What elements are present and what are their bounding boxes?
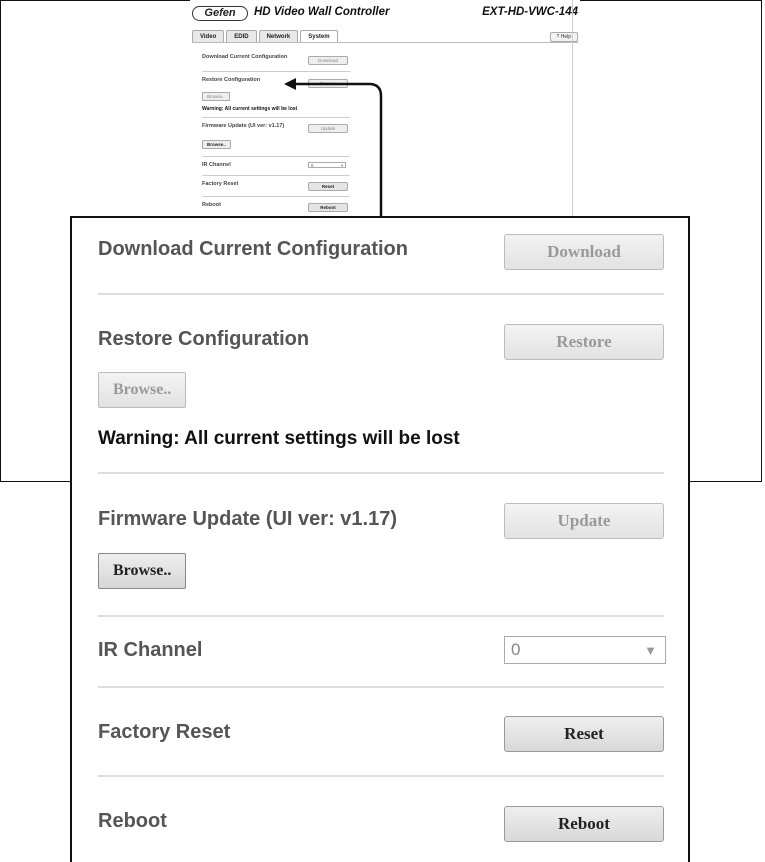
mini-factory-label: Factory Reset <box>202 181 239 187</box>
panel-border <box>572 0 573 220</box>
mini-system-panel: Download Current Configuration Download … <box>202 46 350 212</box>
tab-video[interactable]: Video <box>192 30 225 42</box>
mini-divider <box>202 117 350 118</box>
tab-divider <box>192 42 578 43</box>
mini-download-button[interactable]: Download <box>308 56 348 65</box>
header: Gefen HD Video Wall Controller EXT-HD-VW… <box>190 6 580 22</box>
model-number: EXT-HD-VWC-144 <box>482 6 578 18</box>
tab-network[interactable]: Network <box>258 30 299 42</box>
mini-divider <box>202 156 350 157</box>
small-screenshot: Gefen HD Video Wall Controller EXT-HD-VW… <box>190 0 580 230</box>
zoomed-system-panel: Download Current Configuration Download … <box>70 216 690 862</box>
tab-system[interactable]: System <box>300 30 338 42</box>
mini-download-label: Download Current Configuration <box>202 54 288 60</box>
factory-reset-label: Factory Reset <box>98 721 231 743</box>
restore-browse-button[interactable]: Browse.. <box>98 372 187 408</box>
tab-bar: Video EDID Network System <box>192 30 338 42</box>
app-title: HD Video Wall Controller <box>254 6 390 18</box>
update-button[interactable]: Update <box>504 503 664 539</box>
ir-channel-label: IR Channel <box>98 639 203 661</box>
download-button[interactable]: Download <box>504 234 664 270</box>
mini-ir-value: 0 <box>311 163 314 168</box>
reboot-button[interactable]: Reboot <box>504 806 664 842</box>
mini-reboot-button[interactable]: Reboot <box>308 203 348 212</box>
help-button[interactable]: ? Help <box>549 32 578 42</box>
mini-ir-label: IR Channel <box>202 162 231 168</box>
firmware-browse-button[interactable]: Browse.. <box>98 553 187 589</box>
chevron-down-icon: ▼ <box>644 643 657 658</box>
restore-button[interactable]: Restore <box>504 324 664 360</box>
ir-channel-select[interactable]: 0 ▼ <box>504 636 666 664</box>
mini-reset-button[interactable]: Reset <box>308 182 348 191</box>
mini-restore-browse-button[interactable]: Browse.. <box>202 92 230 101</box>
mini-reboot-label: Reboot <box>202 202 221 208</box>
mini-firmware-browse-button[interactable]: Browse.. <box>202 140 231 149</box>
section-divider <box>98 686 664 688</box>
ir-channel-value: 0 <box>511 640 521 659</box>
mini-update-button[interactable]: Update <box>308 124 348 133</box>
mini-restore-warning: Warning: All current settings will be lo… <box>202 106 298 112</box>
section-divider <box>98 472 664 474</box>
reboot-label: Reboot <box>98 810 167 832</box>
mini-divider <box>202 71 350 72</box>
mini-divider <box>202 196 350 197</box>
section-divider <box>98 615 664 617</box>
gefen-logo: Gefen <box>192 6 248 21</box>
mini-restore-button[interactable]: Restore <box>308 79 348 88</box>
restore-config-label: Restore Configuration <box>98 328 310 350</box>
chevron-down-icon: ▼ <box>340 163 344 168</box>
section-divider <box>98 293 664 295</box>
mini-ir-select[interactable]: 0 ▼ <box>308 162 346 168</box>
mini-firmware-label: Firmware Update (UI ver: v1.17) <box>202 123 285 129</box>
mini-restore-label: Restore Configuration <box>202 77 261 83</box>
tab-edid[interactable]: EDID <box>226 30 257 42</box>
firmware-update-label: Firmware Update (UI ver: v1.17) <box>98 508 397 530</box>
reset-button[interactable]: Reset <box>504 716 664 752</box>
restore-warning: Warning: All current settings will be lo… <box>98 428 460 449</box>
mini-divider <box>202 175 350 176</box>
section-divider <box>98 775 664 777</box>
